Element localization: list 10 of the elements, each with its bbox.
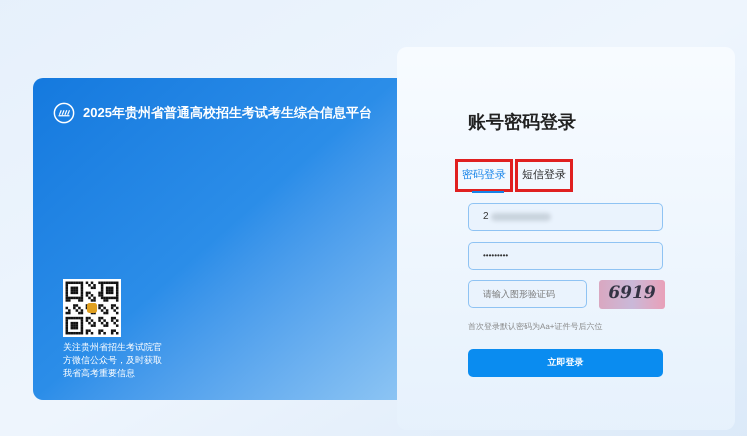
captcha-field[interactable]: 请输入图形验证码 <box>468 280 587 308</box>
logo-icon <box>53 102 75 124</box>
captcha-image[interactable]: 6919 <box>599 280 665 308</box>
username-field[interactable]: 2 <box>468 202 663 230</box>
platform-title: 2025年贵州省普通高校招生考试考生综合信息平台 <box>83 104 372 122</box>
qr-code-drawing <box>63 279 121 337</box>
password-field[interactable]: ••••••••• <box>468 242 663 270</box>
qr-caption: 关注贵州省招生考试院官方微信公众号，及时获取我省高考重要信息 <box>63 341 163 380</box>
password-hint: 首次登录默认密码为Aa+证件号后六位 <box>468 320 604 332</box>
login-heading: 账号密码登录 <box>468 111 577 134</box>
